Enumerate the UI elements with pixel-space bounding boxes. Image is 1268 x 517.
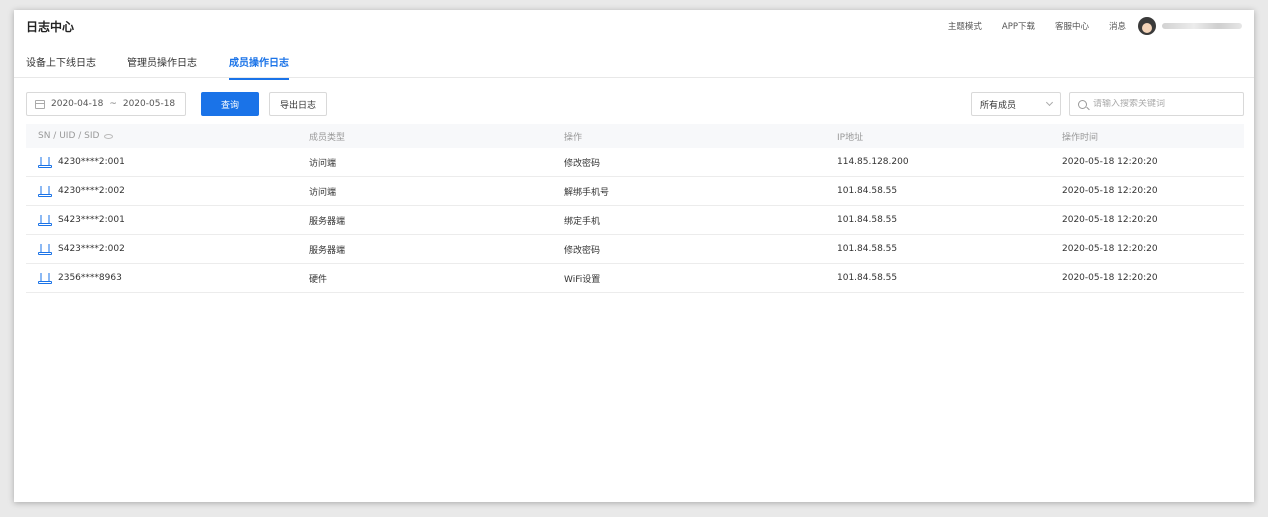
header-cell-ip: IP地址 [837,132,864,143]
cell-time: 2020-05-18 12:20:20 [1062,215,1158,225]
cell-ip: 114.85.128.200 [837,157,909,167]
cell-ip: 101.84.58.55 [837,186,898,196]
search-box[interactable] [1069,92,1244,116]
router-icon [38,214,52,226]
date-end: 2020-05-18 [122,99,176,109]
router-icon [38,243,52,255]
cell-action: 解绑手机号 [564,187,610,198]
log-table: SN / UID / SID 成员类型 操作 IP地址 操作时间 4230***… [26,124,1244,293]
cell-id: 4230****2:001 [26,156,309,168]
search-icon [1078,99,1087,109]
cell-action: 修改密码 [564,245,601,256]
cell-id: 2356****8963 [26,272,309,284]
table-row: 4230****2:002 访问端 解绑手机号 101.84.58.55 202… [26,177,1244,206]
cell-id: S423****2:002 [26,243,309,255]
cell-time: 2020-05-18 12:20:20 [1062,244,1158,254]
cell-member-type: 访问端 [309,187,337,198]
header-id-label: SN / UID / SID [38,131,100,141]
theme-mode-link[interactable]: 主题模式 [948,20,982,32]
export-log-button[interactable]: 导出日志 [269,92,327,116]
table-row: S423****2:002 服务器端 修改密码 101.84.58.55 202… [26,235,1244,264]
query-button[interactable]: 查询 [201,92,259,116]
device-id: 4230****2:002 [58,186,125,196]
cell-time: 2020-05-18 12:20:20 [1062,186,1158,196]
app-window: 日志中心 主题模式 APP下载 客服中心 消息 设备上下线日志 管理员操作日志 … [14,10,1254,502]
calendar-icon [35,99,45,109]
cell-id: 4230****2:002 [26,185,309,197]
cell-action: WiFi设置 [564,274,601,285]
cell-time: 2020-05-18 12:20:20 [1062,157,1158,167]
device-id: S423****2:001 [58,215,125,225]
top-nav: 主题模式 APP下载 客服中心 消息 [948,10,1242,42]
messages-link[interactable]: 消息 [1109,20,1126,32]
table-row: 2356****8963 硬件 WiFi设置 101.84.58.55 2020… [26,264,1244,293]
header-cell-member-type: 成员类型 [309,132,346,143]
cell-member-type: 访问端 [309,158,337,169]
tab-device-online-log[interactable]: 设备上下线日志 [26,54,96,79]
cell-action: 修改密码 [564,158,601,169]
tab-member-operation-log[interactable]: 成员操作日志 [229,54,289,80]
device-id: S423****2:002 [58,244,125,254]
router-icon [38,272,52,284]
page-title: 日志中心 [26,20,75,34]
cell-member-type: 服务器端 [309,216,346,227]
cell-ip: 101.84.58.55 [837,273,898,283]
search-input[interactable] [1093,99,1233,109]
header-cell-action: 操作 [564,132,583,143]
app-download-link[interactable]: APP下载 [1002,20,1035,32]
cell-id: S423****2:001 [26,214,309,226]
service-center-link[interactable]: 客服中心 [1055,20,1089,32]
username-blurred[interactable] [1162,23,1242,29]
cell-member-type: 硬件 [309,274,328,285]
avatar[interactable] [1138,17,1156,35]
cell-ip: 101.84.58.55 [837,244,898,254]
router-icon [38,185,52,197]
member-filter-select[interactable]: 所有成员 [971,92,1061,116]
header-cell-time: 操作时间 [1062,132,1099,143]
cell-member-type: 服务器端 [309,245,346,256]
top-bar: 日志中心 主题模式 APP下载 客服中心 消息 [14,10,1254,42]
date-start: 2020-04-18 [51,99,104,109]
device-id: 2356****8963 [58,273,122,283]
device-id: 4230****2:001 [58,157,125,167]
cell-ip: 101.84.58.55 [837,215,898,225]
eye-icon[interactable] [104,133,114,139]
chevron-down-icon [1045,98,1054,107]
table-row: 4230****2:001 访问端 修改密码 114.85.128.200 20… [26,148,1244,177]
header-cell-id: SN / UID / SID [26,131,309,141]
date-range-picker[interactable]: 2020-04-18 ~ 2020-05-18 [26,92,186,116]
cell-action: 绑定手机 [564,216,601,227]
tab-admin-operation-log[interactable]: 管理员操作日志 [127,54,197,79]
table-header: SN / UID / SID 成员类型 操作 IP地址 操作时间 [26,124,1244,148]
date-separator: ~ [109,99,117,109]
router-icon [38,156,52,168]
table-row: S423****2:001 服务器端 绑定手机 101.84.58.55 202… [26,206,1244,235]
member-filter-value: 所有成员 [980,100,1017,111]
cell-time: 2020-05-18 12:20:20 [1062,273,1158,283]
tab-bar: 设备上下线日志 管理员操作日志 成员操作日志 [14,42,1254,80]
